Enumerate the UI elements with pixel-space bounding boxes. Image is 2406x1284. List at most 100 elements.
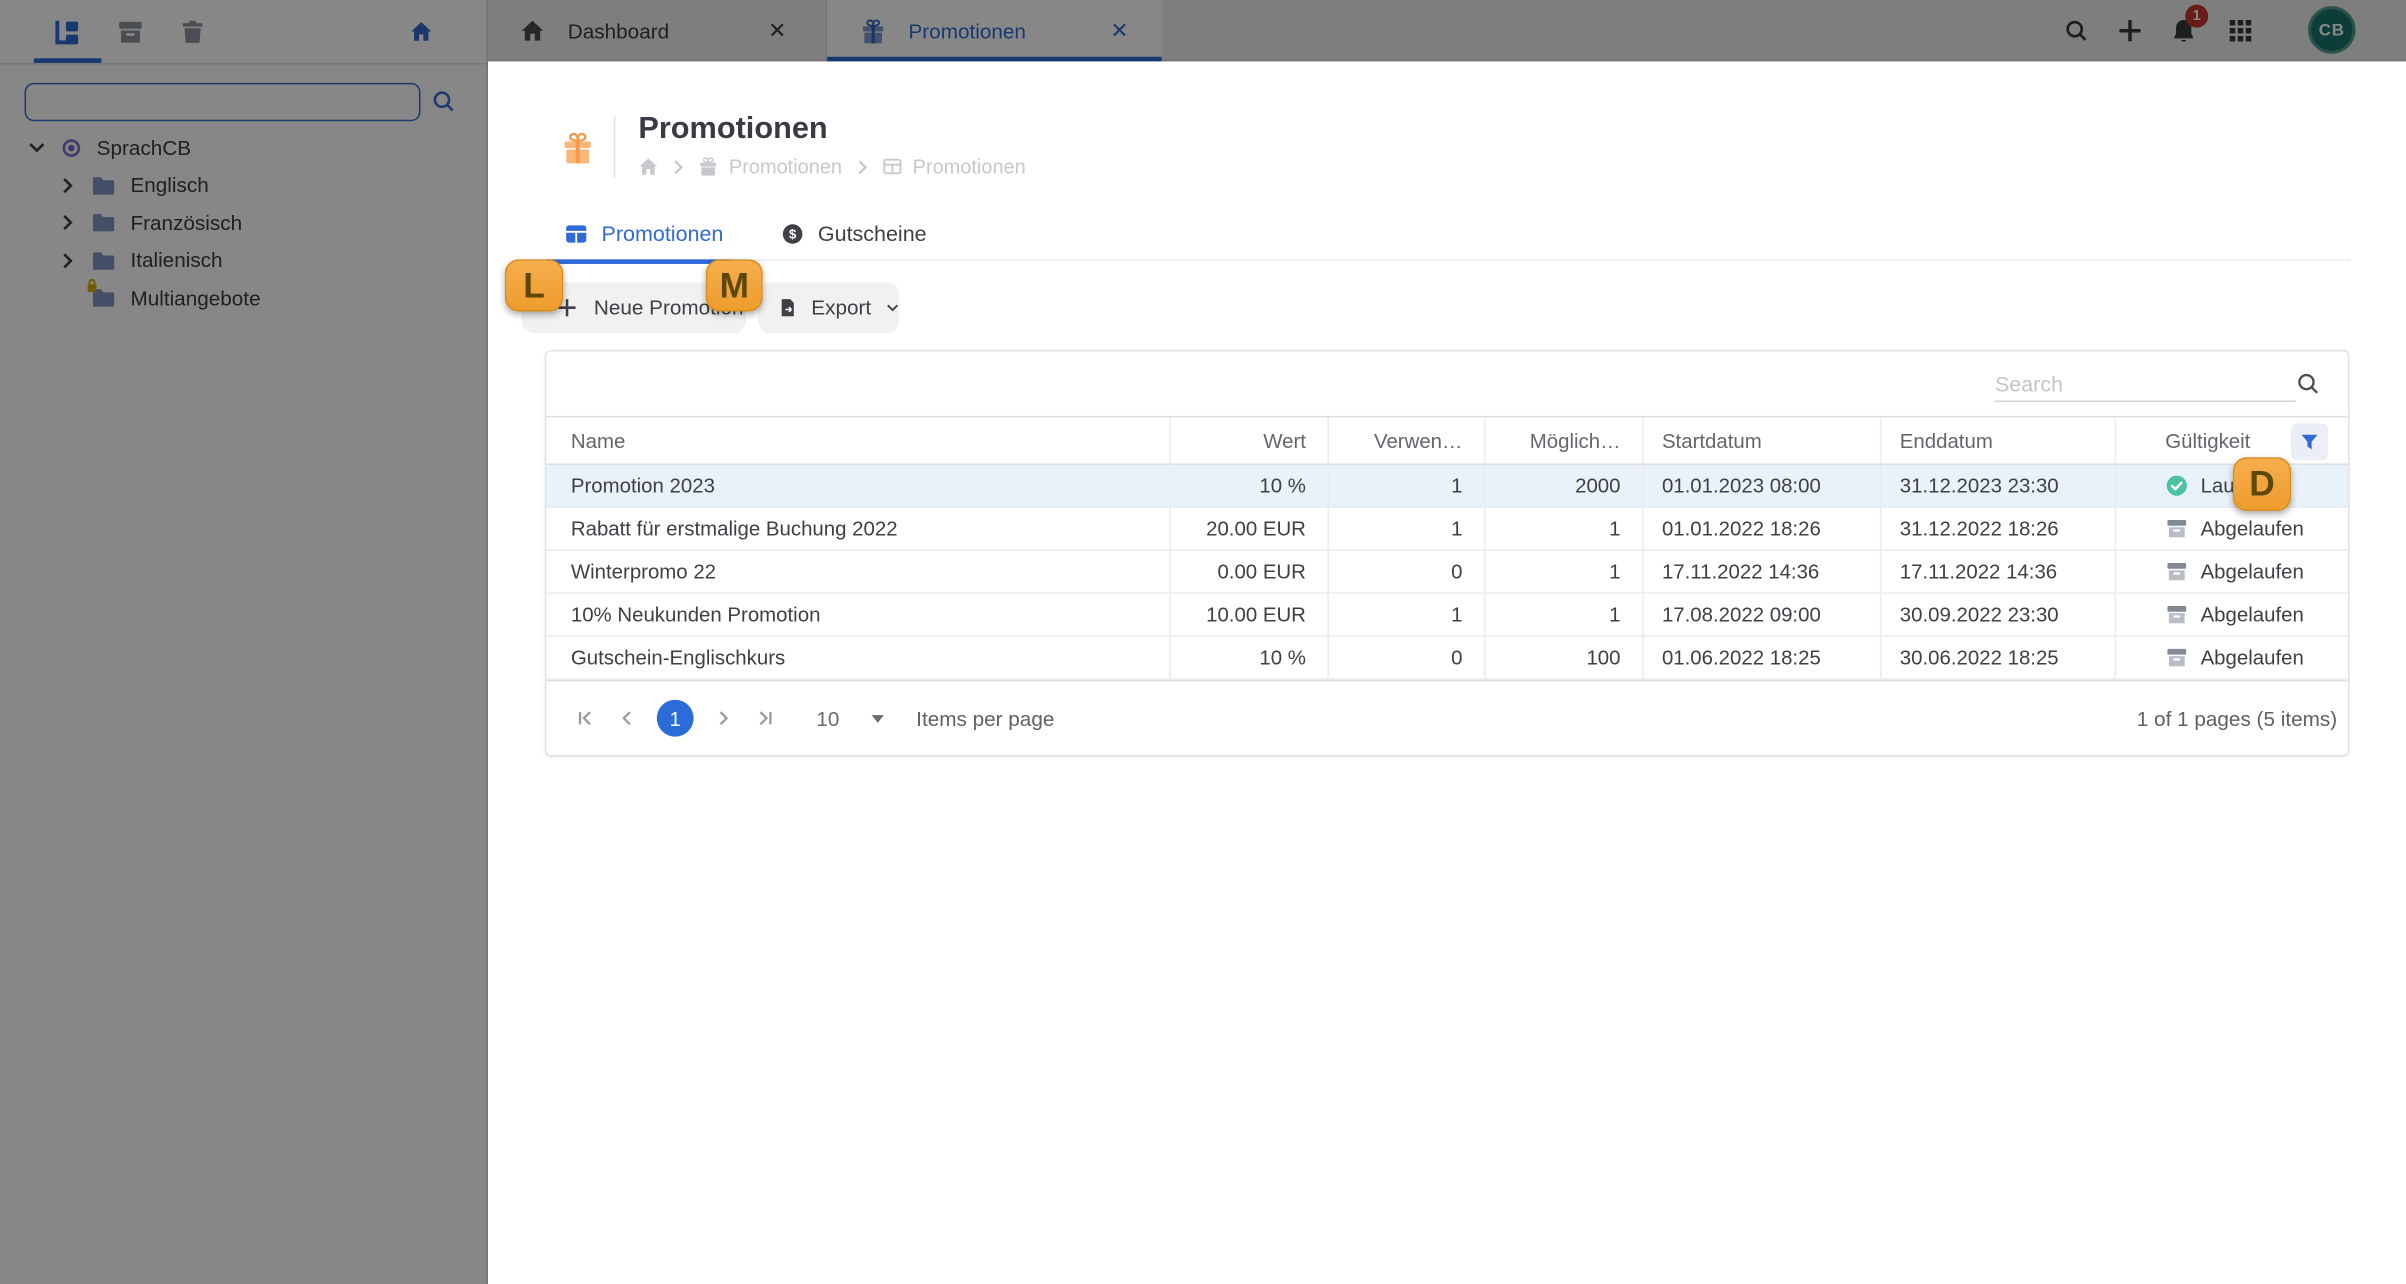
cell-moeglichkeiten: 1	[1485, 593, 1644, 636]
cell-name: 10% Neukunden Promotion	[546, 593, 1171, 636]
breadcrumb: Promotionen Promotionen	[638, 155, 1026, 178]
column-header-enddatum[interactable]: Enddatum	[1881, 417, 2117, 464]
cell-verwendungen: 1	[1329, 593, 1486, 636]
filter-button[interactable]	[2291, 423, 2328, 461]
status-label: Abgelaufen	[2200, 646, 2304, 670]
archive-icon	[2167, 520, 2187, 538]
dropdown-arrow-icon	[871, 715, 884, 723]
table-row[interactable]: Promotion 2023 10 % 1 2000 01.01.2023 08…	[546, 464, 2348, 508]
pager-summary: 1 of 1 pages (5 items)	[2136, 706, 2338, 730]
cell-startdatum: 01.01.2022 18:26	[1644, 507, 1882, 550]
cell-verwendungen: 0	[1329, 550, 1486, 593]
page-size-select[interactable]: 10	[816, 707, 885, 730]
cell-verwendungen: 0	[1329, 636, 1486, 679]
status-label: Abgelaufen	[2200, 517, 2304, 541]
cell-wert: 10 %	[1171, 464, 1329, 507]
breadcrumb-promotions[interactable]: Promotionen	[698, 155, 842, 178]
breadcrumb-promotions-grid[interactable]: Promotionen	[882, 155, 1026, 178]
archive-icon	[2167, 562, 2187, 581]
items-per-page-label: Items per page	[916, 706, 1055, 730]
archive-icon	[2167, 605, 2187, 624]
search-icon[interactable]	[2296, 371, 2321, 396]
column-header-startdatum[interactable]: Startdatum	[1644, 417, 1882, 464]
cell-moeglichkeiten: 1	[1485, 507, 1644, 550]
cell-name: Gutschein-Englischkurs	[546, 636, 1171, 679]
table-row[interactable]: Winterpromo 22 0.00 EUR 0 1 17.11.2022 1…	[546, 550, 2349, 594]
chevron-right-icon	[674, 159, 683, 174]
table-icon	[882, 158, 901, 175]
tab-label: Gutscheine	[817, 220, 927, 246]
first-page-button[interactable]	[571, 700, 599, 737]
cell-wert: 0.00 EUR	[1171, 550, 1329, 593]
cell-status: Abgelaufen	[2116, 551, 2349, 592]
grid-header-row: Name Wert Verwen… Möglich… Startdatum En…	[546, 415, 2349, 465]
sidebar-dim-overlay	[0, 0, 488, 1284]
tab-label: Promotionen	[601, 220, 724, 246]
current-page-button[interactable]: 1	[656, 699, 694, 737]
hint-badge-m: M	[705, 259, 763, 312]
table-icon	[566, 224, 587, 242]
hint-badge-d: D	[2232, 457, 2292, 512]
cell-enddatum: 17.11.2022 14:36	[1881, 550, 2117, 593]
page-title: Promotionen	[638, 112, 828, 146]
column-header-name[interactable]: Name	[546, 417, 1171, 464]
archive-icon	[2167, 648, 2187, 667]
grid-search-input[interactable]	[1994, 365, 2296, 403]
cell-wert: 20.00 EUR	[1171, 507, 1329, 550]
cell-moeglichkeiten: 100	[1485, 636, 1644, 679]
chevron-down-icon	[886, 304, 898, 312]
cell-enddatum: 31.12.2023 23:30	[1881, 464, 2117, 507]
cell-status: Abgelaufen	[2116, 508, 2349, 549]
next-page-button[interactable]	[709, 700, 737, 737]
main-content: Promotionen Promotionen Promotionen Prom…	[487, 61, 2406, 1284]
column-header-moeglichkeiten[interactable]: Möglich…	[1485, 417, 1644, 464]
cell-name: Promotion 2023	[546, 464, 1171, 507]
svg-text:$: $	[789, 226, 797, 241]
cell-status: Abgelaufen	[2116, 594, 2349, 635]
topbar-dim-overlay	[487, 0, 2406, 62]
gift-icon	[563, 130, 592, 165]
button-label: Export	[811, 296, 872, 320]
table-row[interactable]: Rabatt für erstmalige Buchung 2022 20.00…	[546, 507, 2349, 551]
column-header-label: Gültigkeit	[2165, 428, 2251, 452]
cell-moeglichkeiten: 1	[1485, 550, 1644, 593]
tab-promotionen[interactable]: Promotionen	[565, 220, 724, 246]
cell-enddatum: 30.06.2022 18:25	[1881, 636, 2117, 679]
pager: 1 10 Items per page 1 of 1 pages (5 item…	[546, 679, 2348, 755]
promotions-grid: Name Wert Verwen… Möglich… Startdatum En…	[544, 349, 2350, 757]
column-header-verwendungen[interactable]: Verwen…	[1329, 417, 1486, 464]
cell-status: Abgelaufen	[2116, 637, 2349, 678]
cell-wert: 10.00 EUR	[1171, 593, 1329, 636]
last-page-button[interactable]	[752, 700, 780, 737]
column-header-gueltigkeit[interactable]: Gültigkeit	[2116, 417, 2349, 463]
table-row[interactable]: 10% Neukunden Promotion 10.00 EUR 1 1 17…	[546, 593, 2349, 637]
header-divider	[613, 116, 616, 179]
cell-verwendungen: 1	[1329, 464, 1486, 507]
grid-search-row	[546, 351, 2348, 415]
check-circle-icon	[2166, 475, 2187, 496]
column-header-wert[interactable]: Wert	[1171, 417, 1329, 464]
cell-moeglichkeiten: 2000	[1485, 464, 1644, 507]
home-icon	[639, 158, 658, 175]
breadcrumb-label: Promotionen	[728, 154, 843, 179]
active-tab-underline	[546, 259, 731, 264]
cell-name: Winterpromo 22	[546, 550, 1171, 593]
page-header: Promotionen Promotionen Promotionen	[488, 61, 2406, 214]
cell-startdatum: 17.11.2022 14:36	[1644, 550, 1882, 593]
table-row[interactable]: Gutschein-Englischkurs 10 % 0 100 01.06.…	[546, 636, 2349, 680]
previous-page-button[interactable]	[614, 700, 642, 737]
page-size-value: 10	[816, 706, 840, 730]
breadcrumb-label: Promotionen	[912, 154, 1026, 179]
voucher-icon: $	[782, 223, 803, 244]
gift-icon	[700, 157, 717, 176]
tab-gutscheine[interactable]: $ Gutscheine	[781, 221, 927, 246]
filter-icon	[2301, 434, 2318, 450]
cell-startdatum: 01.06.2022 18:25	[1644, 636, 1882, 679]
export-button[interactable]: Export	[758, 282, 900, 334]
hint-badge-l: L	[504, 259, 564, 312]
cell-enddatum: 30.09.2022 23:30	[1881, 593, 2117, 636]
cell-startdatum: 01.01.2023 08:00	[1644, 464, 1882, 507]
content-tabstrip: Promotionen $ Gutscheine	[546, 221, 2351, 261]
breadcrumb-home[interactable]	[638, 157, 658, 177]
cell-name: Rabatt für erstmalige Buchung 2022	[546, 507, 1171, 550]
